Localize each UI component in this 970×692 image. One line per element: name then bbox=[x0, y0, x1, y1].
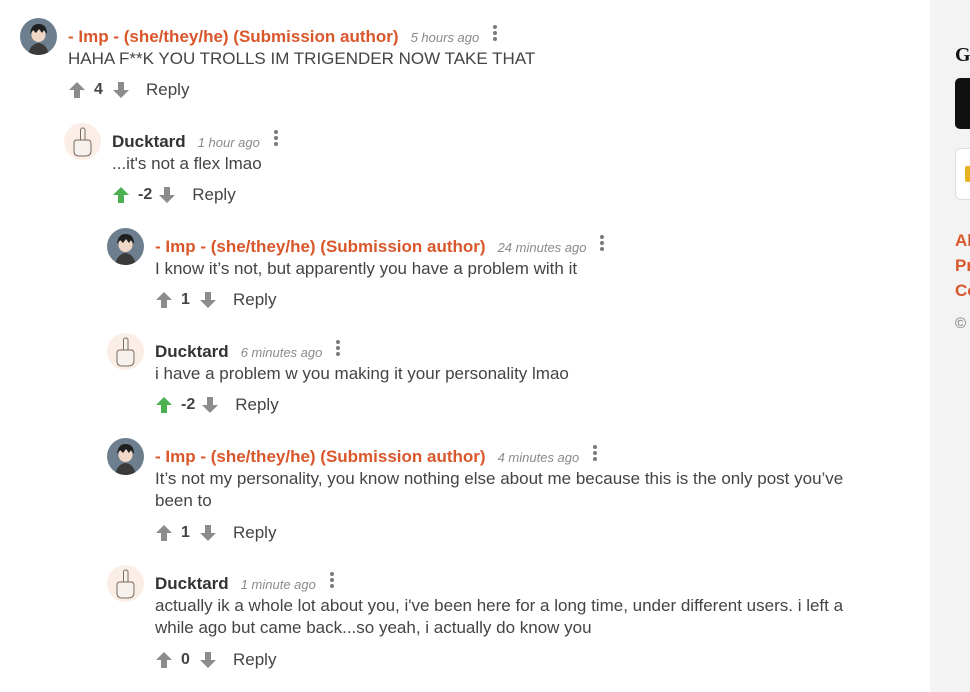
comment-author[interactable]: - Imp - (she/they/he) (Submission author… bbox=[155, 237, 486, 257]
vote-score: 4 bbox=[94, 81, 103, 98]
comment-actions: 1 Reply bbox=[155, 289, 276, 311]
comment-author[interactable]: - Imp - (she/they/he) (Submission author… bbox=[155, 447, 486, 467]
comment-actions: -2 Reply bbox=[155, 394, 279, 416]
trophy-icon bbox=[965, 166, 970, 182]
reply-button[interactable]: Reply bbox=[235, 395, 278, 415]
downvote-arrow-icon[interactable] bbox=[158, 186, 176, 204]
downvote-arrow-icon[interactable] bbox=[112, 81, 130, 99]
middle-finger-hand-avatar-icon[interactable] bbox=[64, 123, 101, 160]
comment-body: It’s not my personality, you know nothin… bbox=[155, 469, 844, 510]
reply-button[interactable]: Reply bbox=[233, 650, 276, 670]
comment-body: i have a problem w you making it your pe… bbox=[155, 364, 569, 383]
comment-author[interactable]: Ducktard bbox=[112, 132, 186, 152]
sidebar-heading: G bbox=[955, 44, 970, 66]
vote-score: 1 bbox=[181, 524, 190, 541]
reply-button[interactable]: Reply bbox=[146, 80, 189, 100]
comment: Ducktard 6 minutes ago i have a problem … bbox=[107, 333, 920, 423]
anime-character-avatar-icon[interactable] bbox=[20, 18, 57, 55]
comment-timestamp[interactable]: 6 minutes ago bbox=[241, 345, 323, 360]
more-options-icon[interactable] bbox=[593, 445, 598, 463]
comment-body: I know it’s not, but apparently you have… bbox=[155, 259, 578, 278]
sidebar-link[interactable]: Al bbox=[955, 231, 970, 251]
upvote-arrow-icon[interactable] bbox=[155, 524, 173, 542]
more-options-icon[interactable] bbox=[493, 25, 498, 43]
comment-body: HAHA F**K YOU TROLLS IM TRIGENDER NOW TA… bbox=[68, 49, 536, 68]
comment-author[interactable]: - Imp - (she/they/he) (Submission author… bbox=[68, 27, 399, 47]
vote-score: 1 bbox=[181, 291, 190, 308]
reply-button[interactable]: Reply bbox=[233, 290, 276, 310]
comment: - Imp - (she/they/he) (Submission author… bbox=[107, 228, 920, 318]
more-options-icon[interactable] bbox=[273, 130, 278, 148]
upvote-arrow-icon[interactable] bbox=[155, 396, 173, 414]
upvote-arrow-icon[interactable] bbox=[155, 651, 173, 669]
anime-character-avatar-icon[interactable] bbox=[107, 228, 144, 265]
comment-body: ...it's not a flex lmao bbox=[112, 154, 262, 173]
comment: - Imp - (she/they/he) (Submission author… bbox=[107, 438, 920, 553]
comment-author[interactable]: Ducktard bbox=[155, 342, 229, 362]
sidebar-dark-button[interactable] bbox=[955, 78, 970, 129]
vote-score: -2 bbox=[138, 186, 153, 203]
comment: - Imp - (she/they/he) (Submission author… bbox=[20, 18, 920, 108]
comment-actions: -2 Reply bbox=[112, 184, 236, 206]
downvote-arrow-icon[interactable] bbox=[199, 651, 217, 669]
comment-body: actually ik a whole lot about you, i've … bbox=[155, 596, 844, 637]
comment: Ducktard 1 minute ago actually ik a whol… bbox=[107, 565, 920, 680]
downvote-arrow-icon[interactable] bbox=[199, 524, 217, 542]
more-options-icon[interactable] bbox=[329, 572, 334, 590]
vote-score: -2 bbox=[181, 396, 196, 413]
downvote-arrow-icon[interactable] bbox=[199, 291, 217, 309]
comment-actions: 1 Reply bbox=[155, 522, 276, 544]
upvote-arrow-icon[interactable] bbox=[155, 291, 173, 309]
anime-character-avatar-icon[interactable] bbox=[107, 438, 144, 475]
more-options-icon[interactable] bbox=[600, 235, 605, 253]
comment-timestamp[interactable]: 1 hour ago bbox=[198, 135, 260, 150]
more-options-icon[interactable] bbox=[336, 340, 341, 358]
comment: Ducktard 1 hour ago ...it's not a flex l… bbox=[64, 123, 920, 213]
reply-button[interactable]: Reply bbox=[233, 523, 276, 543]
comment-timestamp[interactable]: 4 minutes ago bbox=[498, 450, 580, 465]
comment-thread: - Imp - (she/they/he) (Submission author… bbox=[0, 0, 930, 692]
comment-timestamp[interactable]: 5 hours ago bbox=[411, 30, 480, 45]
sidebar-link[interactable]: Pr bbox=[955, 256, 970, 276]
vote-score: 0 bbox=[181, 651, 190, 668]
comment-timestamp[interactable]: 1 minute ago bbox=[241, 577, 316, 592]
middle-finger-hand-avatar-icon[interactable] bbox=[107, 565, 144, 602]
upvote-arrow-icon[interactable] bbox=[68, 81, 86, 99]
upvote-arrow-icon[interactable] bbox=[112, 186, 130, 204]
sidebar-link[interactable]: Co bbox=[955, 281, 970, 301]
comment-actions: 0 Reply bbox=[155, 649, 276, 671]
comment-actions: 4 Reply bbox=[68, 79, 189, 101]
middle-finger-hand-avatar-icon[interactable] bbox=[107, 333, 144, 370]
copyright-text: © bbox=[955, 315, 967, 332]
downvote-arrow-icon[interactable] bbox=[201, 396, 219, 414]
reply-button[interactable]: Reply bbox=[192, 185, 235, 205]
comment-author[interactable]: Ducktard bbox=[155, 574, 229, 594]
comment-timestamp[interactable]: 24 minutes ago bbox=[498, 240, 587, 255]
right-sidebar: G Al Pr Co © bbox=[930, 0, 970, 692]
sidebar-card[interactable] bbox=[955, 148, 970, 200]
